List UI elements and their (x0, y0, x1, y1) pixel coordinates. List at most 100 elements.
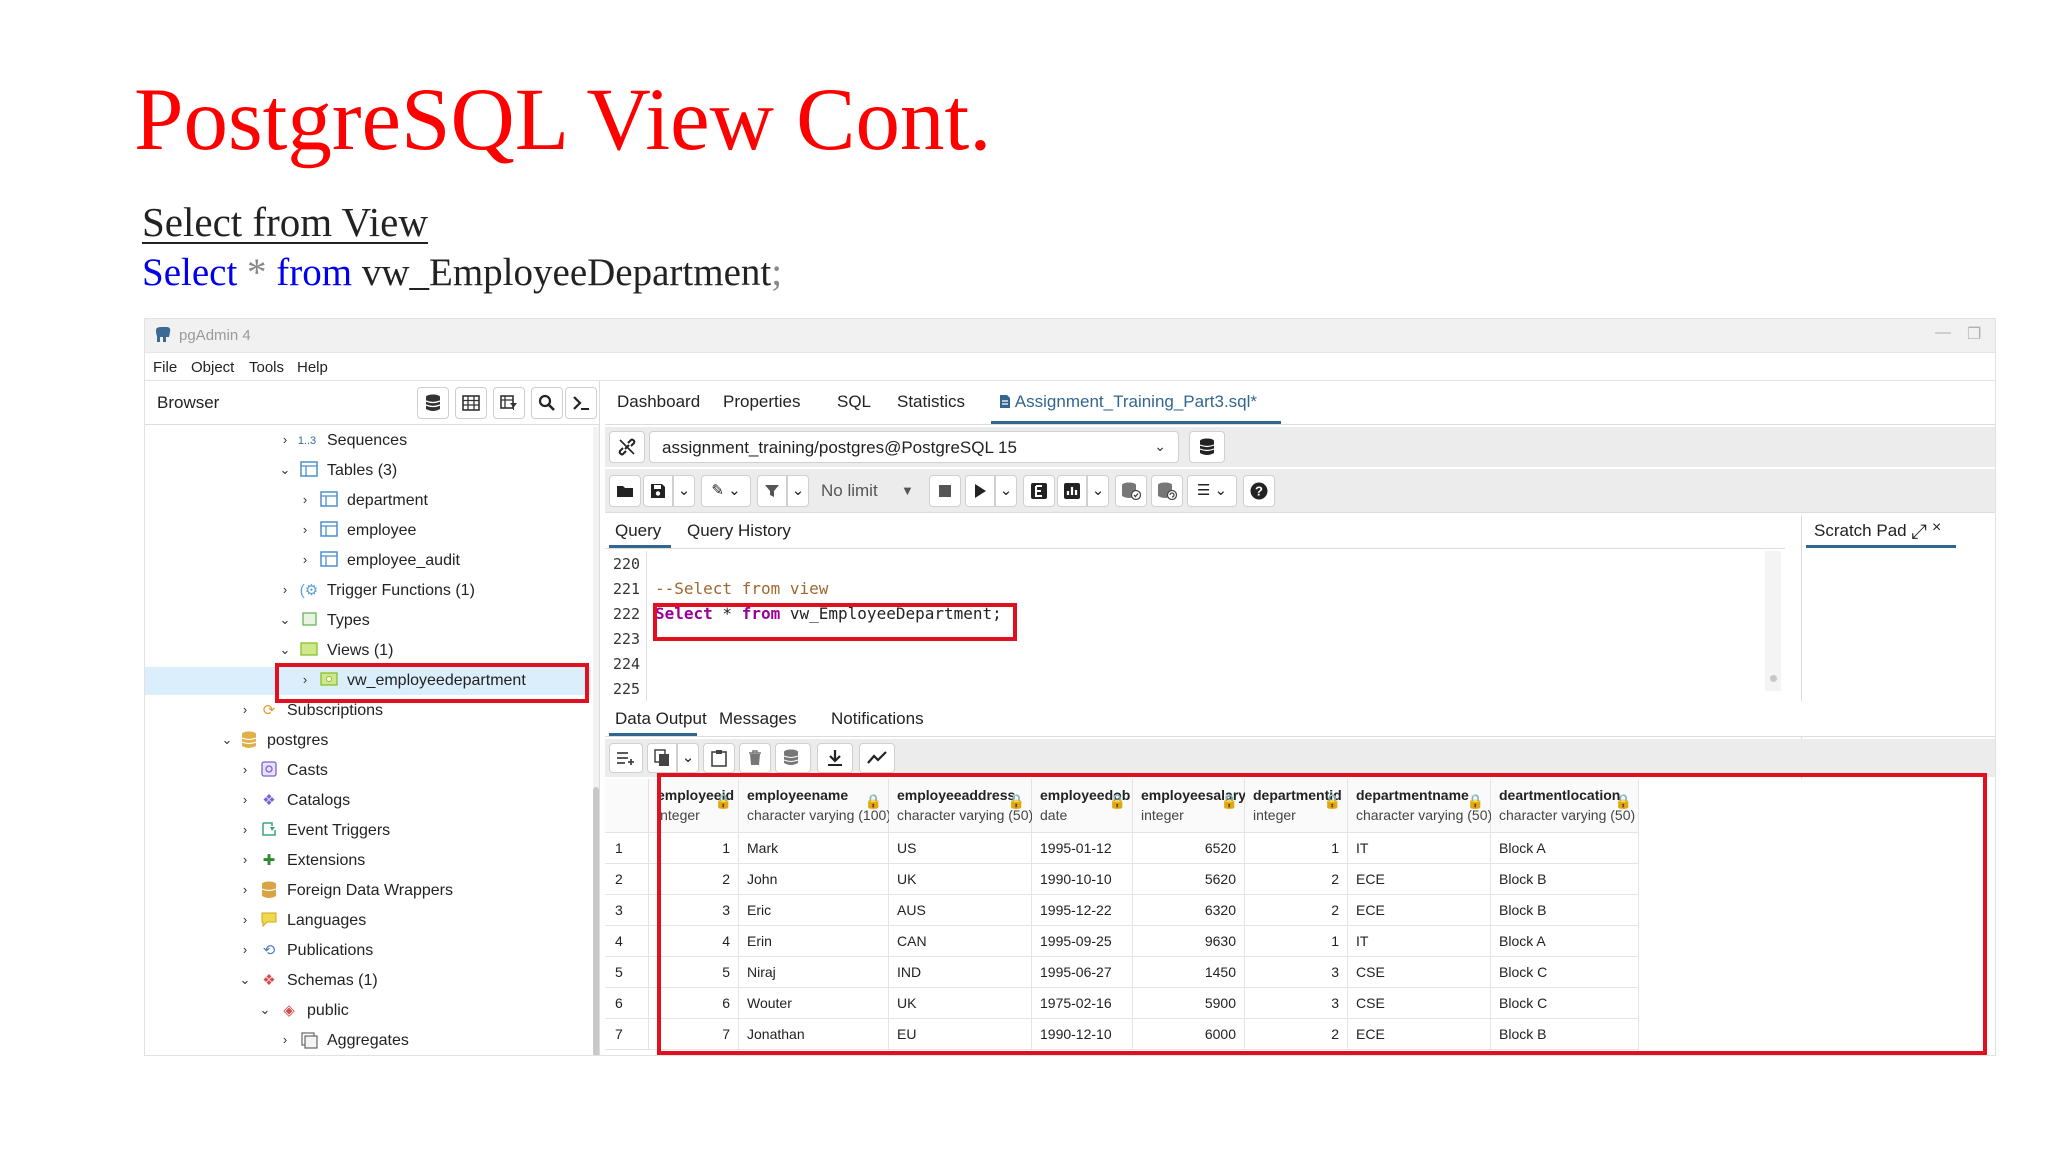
execute-options-chevron-down-icon[interactable]: ⌄ (995, 475, 1017, 507)
tab-query-history[interactable]: Query History (687, 521, 791, 541)
chevron-right-icon[interactable]: › (239, 762, 251, 777)
connection-status-icon[interactable] (609, 431, 645, 463)
chevron-right-icon[interactable]: › (299, 522, 311, 537)
chevron-right-icon[interactable]: › (239, 912, 251, 927)
edit-pencil-icon[interactable]: ✎ ⌄ (701, 475, 751, 507)
menu-file[interactable]: File (153, 359, 177, 376)
tab-notifications[interactable]: Notifications (831, 709, 924, 729)
row-number-cell[interactable]: 4 (605, 926, 649, 957)
explain-icon[interactable] (1023, 475, 1055, 507)
row-number-cell[interactable]: 1 (605, 833, 649, 864)
filter-rows-table-icon[interactable] (493, 387, 525, 419)
psql-terminal-icon[interactable] (565, 387, 597, 419)
tab-query[interactable]: Query (615, 521, 661, 541)
connection-select[interactable]: assignment_training/postgres@PostgreSQL … (649, 431, 1179, 463)
chevron-down-icon[interactable]: ⌄ (279, 462, 291, 478)
tree-item-foreign-data-wrappers[interactable]: › Foreign Data Wrappers (145, 877, 591, 905)
menu-help[interactable]: Help (297, 359, 328, 376)
graph-visualiser-icon[interactable] (859, 743, 895, 773)
save-options-chevron-down-icon[interactable]: ⌄ (673, 475, 695, 507)
search-icon[interactable] (531, 387, 563, 419)
copy-icon[interactable] (647, 743, 677, 773)
explain-options-chevron-down-icon[interactable]: ⌄ (1087, 475, 1109, 507)
tree-item-employee-audit[interactable]: › employee_audit (145, 547, 591, 575)
commit-database-icon[interactable] (1115, 475, 1147, 507)
delete-trash-icon[interactable] (739, 743, 771, 773)
chevron-down-icon[interactable]: ⌄ (221, 732, 233, 748)
object-explorer-database-icon[interactable] (417, 387, 449, 419)
tab-messages[interactable]: Messages (719, 709, 796, 729)
stop-icon[interactable] (929, 475, 961, 507)
tree-item-sequences[interactable]: › 1..3 Sequences (145, 427, 591, 455)
macros-list-icon[interactable]: ☰ ⌄ (1187, 475, 1237, 507)
menu-tools[interactable]: Tools (249, 359, 284, 376)
tab-data-output[interactable]: Data Output (615, 709, 707, 729)
minimize-button[interactable]: — (1935, 324, 1951, 342)
row-number-cell[interactable]: 3 (605, 895, 649, 926)
tab-statistics[interactable]: Statistics (897, 392, 965, 412)
tab-sql[interactable]: SQL (837, 392, 871, 412)
chevron-down-icon[interactable]: ⌄ (279, 612, 291, 628)
restore-button[interactable]: ❐ (1967, 324, 1981, 344)
chevron-right-icon[interactable]: › (239, 882, 251, 897)
chevron-right-icon[interactable]: › (239, 942, 251, 957)
open-folder-icon[interactable] (609, 475, 641, 507)
rollback-database-icon[interactable] (1151, 475, 1183, 507)
row-number-cell[interactable]: 2 (605, 864, 649, 895)
tree-item-publications[interactable]: › ⟲ Publications (145, 937, 591, 965)
help-icon[interactable]: ? (1243, 475, 1275, 507)
chevron-right-icon[interactable]: › (279, 432, 291, 447)
tree-item-schemas[interactable]: ⌄ ❖ Schemas (1) (145, 967, 591, 995)
filter-icon[interactable] (757, 475, 787, 507)
tab-dashboard[interactable]: Dashboard (617, 392, 700, 412)
tree-item-aggregates[interactable]: › Aggregates (145, 1027, 591, 1055)
tree-item-views[interactable]: ⌄ Views (1) (145, 637, 591, 665)
tree-item-employee[interactable]: › employee (145, 517, 591, 545)
row-number-cell[interactable]: 7 (605, 1019, 649, 1050)
close-icon[interactable]: × (1932, 519, 1941, 537)
save-icon[interactable] (643, 475, 673, 507)
view-data-table-icon[interactable] (455, 387, 487, 419)
editor-scrollbar-thumb[interactable] (1770, 675, 1777, 682)
menu-object[interactable]: Object (191, 359, 234, 376)
tree-item-tables[interactable]: ⌄ Tables (3) (145, 457, 591, 485)
explain-analyze-chart-icon[interactable] (1057, 475, 1087, 507)
tab-properties[interactable]: Properties (723, 392, 800, 412)
tree-item-event-triggers[interactable]: › Event Triggers (145, 817, 591, 845)
tree-item-department[interactable]: › department (145, 487, 591, 515)
execute-play-icon[interactable] (965, 475, 995, 507)
tree-item-extensions[interactable]: › ✚ Extensions (145, 847, 591, 875)
tree-item-types[interactable]: ⌄ Types (145, 607, 591, 635)
row-number-cell[interactable]: 6 (605, 988, 649, 1019)
row-number-cell[interactable]: 5 (605, 957, 649, 988)
tree-item-postgres[interactable]: ⌄ postgres (145, 727, 591, 755)
chevron-down-icon[interactable]: ⌄ (279, 642, 291, 658)
chevron-right-icon[interactable]: › (299, 492, 311, 507)
editor-scrollbar[interactable] (1765, 551, 1781, 691)
chevron-right-icon[interactable]: › (239, 822, 251, 837)
add-row-icon[interactable] (609, 743, 643, 773)
new-connection-database-icon[interactable] (1189, 431, 1225, 463)
row-limit-select[interactable]: No limit (821, 481, 878, 501)
tree-item-catalogs[interactable]: › ❖ Catalogs (145, 787, 591, 815)
chevron-right-icon[interactable]: › (299, 552, 311, 567)
chevron-right-icon[interactable]: › (279, 1032, 291, 1047)
tree-item-languages[interactable]: › Languages (145, 907, 591, 935)
tree-item-public[interactable]: ⌄ ◈ public (145, 997, 591, 1025)
filter-options-chevron-down-icon[interactable]: ⌄ (787, 475, 809, 507)
chevron-right-icon[interactable]: › (239, 792, 251, 807)
chevron-down-icon[interactable]: ⌄ (259, 1002, 271, 1018)
tab-scratch-pad[interactable]: Scratch Pad (1814, 521, 1907, 541)
limit-caret-down-icon[interactable]: ▼ (901, 483, 914, 498)
chevron-right-icon[interactable]: › (279, 582, 291, 597)
tree-item-casts[interactable]: › Casts (145, 757, 591, 785)
chevron-right-icon[interactable]: › (239, 852, 251, 867)
chevron-down-icon[interactable]: ⌄ (239, 972, 251, 988)
download-icon[interactable] (817, 743, 853, 773)
copy-options-chevron-down-icon[interactable]: ⌄ (677, 743, 699, 773)
save-data-database-icon[interactable] (775, 743, 811, 773)
tab-query-file[interactable]: Assignment_Training_Part3.sql* (999, 392, 1257, 412)
tree-item-trigger-functions[interactable]: › (⚙ Trigger Functions (1) (145, 577, 591, 605)
paste-icon[interactable] (703, 743, 735, 773)
chevron-right-icon[interactable]: › (239, 702, 251, 717)
